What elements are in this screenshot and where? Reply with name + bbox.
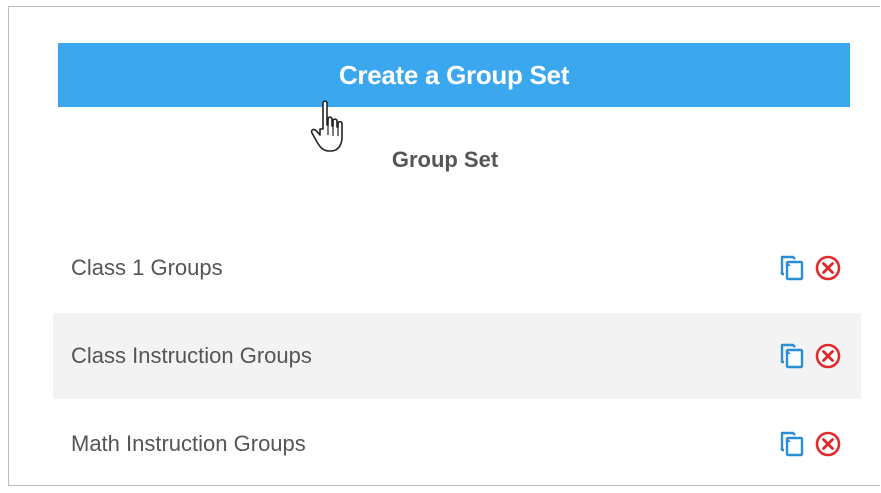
group-set-name: Math Instruction Groups [71, 431, 306, 456]
group-set-row[interactable]: Class Instruction Groups [53, 313, 861, 399]
group-set-name: Class 1 Groups [71, 255, 223, 280]
delete-icon[interactable] [813, 429, 843, 459]
group-set-row[interactable]: Class 1 Groups [53, 225, 861, 311]
copy-icon[interactable] [777, 341, 807, 371]
row-actions [777, 429, 843, 459]
create-group-set-button[interactable]: Create a Group Set [58, 43, 850, 107]
create-group-set-label: Create a Group Set [338, 59, 570, 90]
row-actions [777, 341, 843, 371]
delete-icon[interactable] [813, 341, 843, 371]
delete-icon[interactable] [813, 253, 843, 283]
copy-icon[interactable] [777, 253, 807, 283]
group-set-name: Class Instruction Groups [71, 343, 312, 368]
group-set-panel: Create a Group Set Group Set Class 1 Gro… [8, 6, 880, 486]
section-title: Group Set [391, 147, 499, 172]
copy-icon[interactable] [777, 429, 807, 459]
group-set-row[interactable]: Math Instruction Groups [53, 401, 861, 487]
row-actions [777, 253, 843, 283]
